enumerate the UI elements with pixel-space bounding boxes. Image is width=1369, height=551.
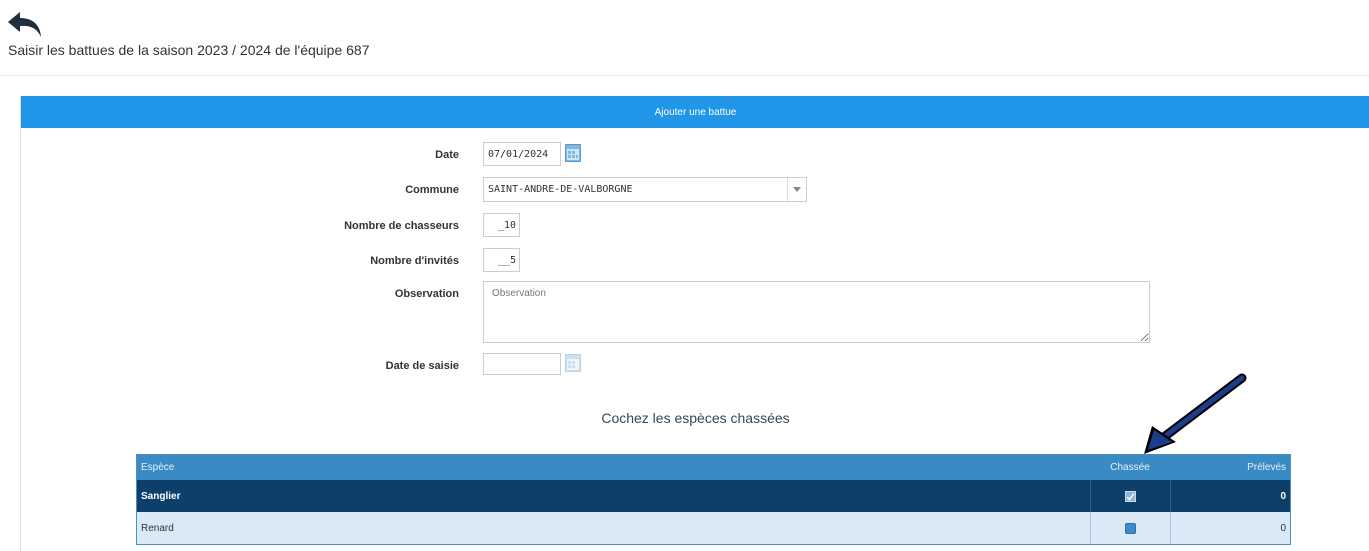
chassee-cell [1090, 512, 1170, 544]
nombre-invites-input[interactable]: __5 [483, 248, 520, 272]
column-header-chassee[interactable]: Chassée [1090, 462, 1170, 473]
preleves-cell[interactable]: 0 [1170, 480, 1290, 512]
espece-cell: Sanglier [141, 490, 181, 502]
nombre-chasseurs-value: _10 [497, 219, 516, 231]
calendar-icon[interactable] [565, 354, 581, 372]
column-header-preleves[interactable]: Prélevés [1170, 462, 1290, 473]
panel-title: Ajouter une battue [654, 106, 737, 118]
undo-arrow-icon[interactable] [6, 10, 44, 40]
date-saisie-field[interactable] [483, 353, 561, 375]
observation-label: Observation [394, 288, 459, 300]
preleves-cell[interactable]: 0 [1170, 512, 1290, 544]
pointer-arrow-icon [1144, 373, 1247, 454]
divider [0, 75, 1369, 76]
commune-select[interactable]: SAINT-ANDRE-DE-VALBORGNE [483, 177, 807, 202]
checkmark-icon [1126, 492, 1135, 501]
panel-header: Ajouter une battue [21, 96, 1369, 128]
nombre-chasseurs-input[interactable]: _10 [483, 213, 520, 237]
species-table: Espèce Chassée Prélevés Sanglier 0 Renar… [136, 454, 1291, 545]
calendar-icon[interactable] [565, 144, 581, 162]
commune-label: Commune [405, 184, 459, 196]
nombre-invites-value: __5 [497, 254, 516, 266]
chassee-checkbox[interactable] [1125, 490, 1136, 502]
table-row[interactable]: Sanglier 0 [137, 480, 1290, 512]
date-value: 07/01/2024 [488, 148, 549, 160]
table-row[interactable]: Renard 0 [137, 512, 1290, 544]
date-field[interactable]: 07/01/2024 [483, 142, 561, 166]
date-saisie-label: Date de saisie [385, 360, 459, 372]
dropdown-caret-icon[interactable] [787, 178, 806, 201]
commune-value: SAINT-ANDRE-DE-VALBORGNE [488, 184, 633, 195]
species-table-header: Espèce Chassée Prélevés [137, 455, 1290, 480]
chassee-cell [1090, 480, 1170, 512]
observation-textarea[interactable] [483, 281, 1150, 343]
date-label: Date [435, 149, 459, 161]
espece-cell: Renard [141, 522, 174, 534]
page-title: Saisir les battues de la saison 2023 / 2… [8, 42, 370, 58]
nombre-invites-label: Nombre d'invités [370, 255, 459, 267]
add-battue-panel: Ajouter une battue Date 07/01/2024 Commu… [20, 96, 1369, 551]
column-header-espece[interactable]: Espèce [137, 462, 1090, 473]
nombre-chasseurs-label: Nombre de chasseurs [344, 220, 459, 232]
chassee-checkbox[interactable] [1125, 522, 1136, 534]
page: Saisir les battues de la saison 2023 / 2… [0, 0, 1369, 551]
